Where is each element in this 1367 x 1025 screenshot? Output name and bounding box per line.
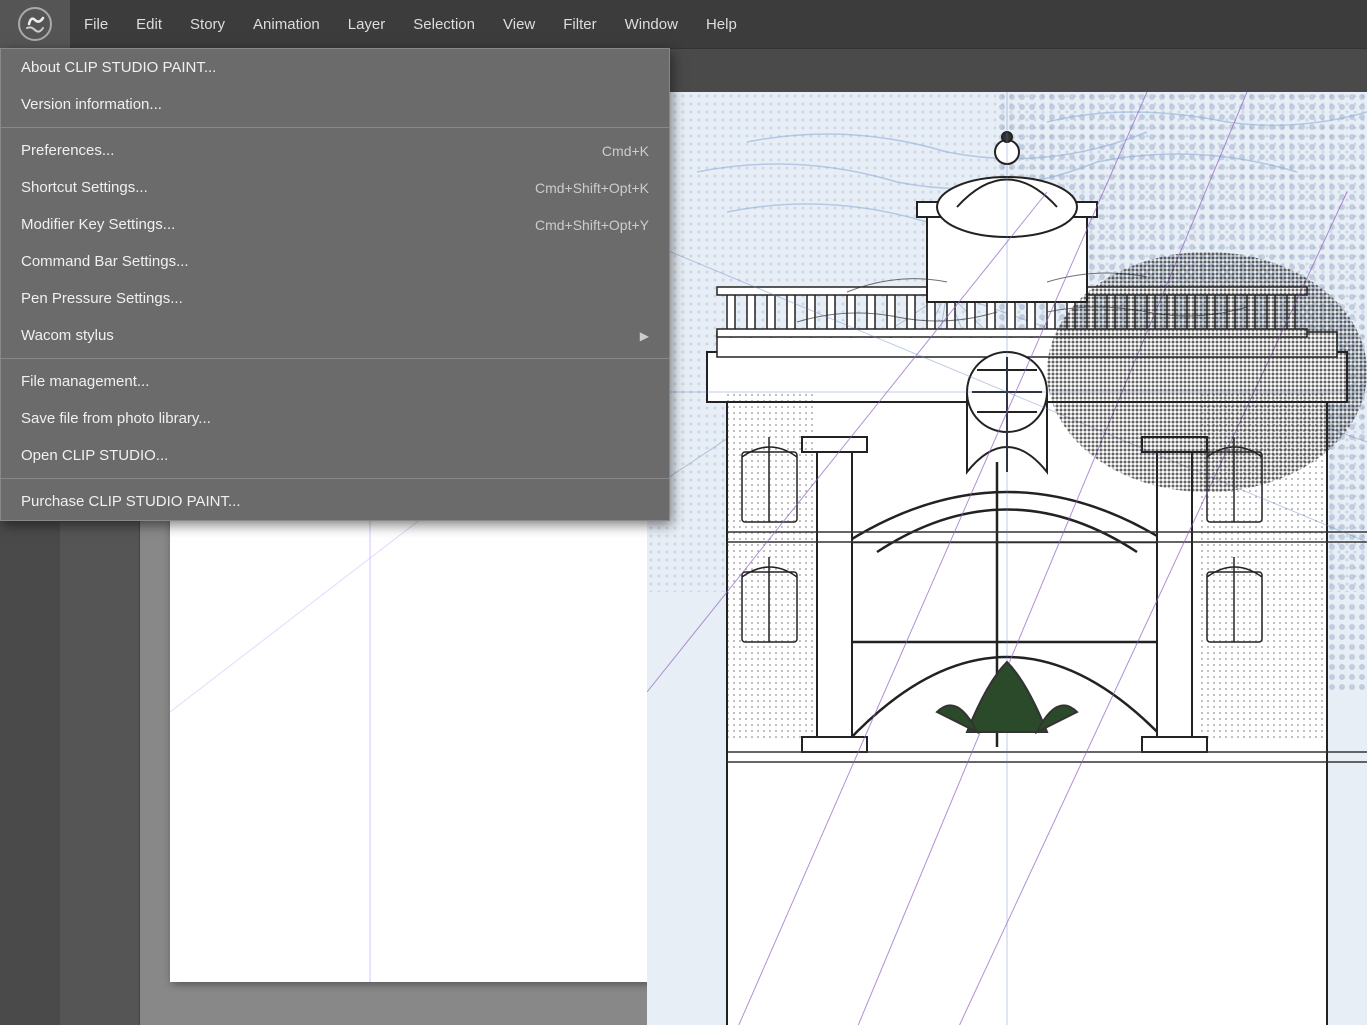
menu-preferences[interactable]: Preferences... Cmd+K (1, 132, 669, 169)
menu-edit[interactable]: Edit (122, 0, 176, 48)
submenu-arrow-icon: ▶ (640, 329, 649, 343)
separator-2 (1, 358, 669, 359)
menu-file-management[interactable]: File management... (1, 363, 669, 400)
menu-layer[interactable]: Layer (334, 0, 400, 48)
menu-about[interactable]: About CLIP STUDIO PAINT... (1, 49, 669, 86)
menu-help[interactable]: Help (692, 0, 751, 48)
menu-view[interactable]: View (489, 0, 549, 48)
menu-animation[interactable]: Animation (239, 0, 334, 48)
menu-modifier-key[interactable]: Modifier Key Settings... Cmd+Shift+Opt+Y (1, 206, 669, 243)
menu-window[interactable]: Window (611, 0, 692, 48)
menu-story[interactable]: Story (176, 0, 239, 48)
menu-shortcut-settings[interactable]: Shortcut Settings... Cmd+Shift+Opt+K (1, 169, 669, 206)
menu-selection[interactable]: Selection (399, 0, 489, 48)
app-logo[interactable] (0, 0, 70, 48)
menu-save-photo[interactable]: Save file from photo library... (1, 400, 669, 437)
app-dropdown-menu: About CLIP STUDIO PAINT... Version infor… (0, 48, 670, 521)
menu-purchase[interactable]: Purchase CLIP STUDIO PAINT... (1, 483, 669, 520)
menu-filter[interactable]: Filter (549, 0, 610, 48)
separator-3 (1, 478, 669, 479)
menubar: File Edit Story Animation Layer Selectio… (0, 0, 1367, 48)
menu-pen-pressure[interactable]: Pen Pressure Settings... (1, 280, 669, 317)
menu-version[interactable]: Version information... (1, 86, 669, 123)
separator-1 (1, 127, 669, 128)
menu-wacom-stylus[interactable]: Wacom stylus ▶ (1, 317, 669, 354)
menu-command-bar[interactable]: Command Bar Settings... (1, 243, 669, 280)
building-illustration (647, 92, 1367, 1025)
menu-file[interactable]: File (70, 0, 122, 48)
menu-open-clip-studio[interactable]: Open CLIP STUDIO... (1, 437, 669, 474)
